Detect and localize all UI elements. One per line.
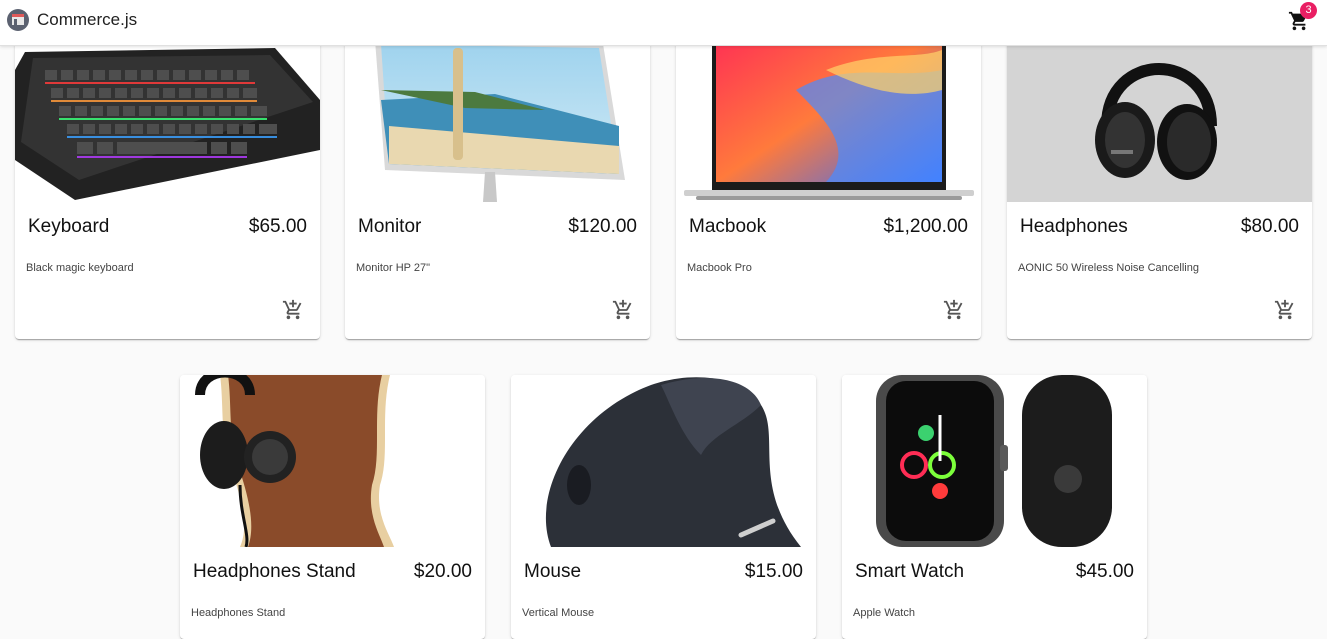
product-image-mouse	[511, 375, 816, 547]
cart-count-badge: 3	[1300, 2, 1317, 19]
product-description: Black magic keyboard	[26, 262, 134, 274]
product-description: Vertical Mouse	[522, 607, 595, 619]
product-card: Monitor $120.00 Monitor HP 27"	[345, 30, 650, 339]
product-card: Smart Watch $45.00 Apple Watch	[842, 375, 1147, 639]
product-name: Monitor	[358, 216, 422, 237]
product-name: Smart Watch	[855, 561, 965, 582]
card-header: Smart Watch $45.00	[842, 547, 1147, 597]
add-shopping-cart-icon[interactable]	[282, 299, 304, 321]
product-price: $80.00	[1240, 216, 1299, 237]
app-bar: Commerce.js 3	[0, 0, 1327, 46]
brand-link[interactable]: Commerce.js	[7, 8, 137, 32]
product-card: Mouse $15.00 Vertical Mouse	[511, 375, 816, 639]
add-shopping-cart-icon[interactable]	[612, 299, 634, 321]
product-name: Mouse	[524, 561, 582, 582]
product-image-monitor	[345, 30, 650, 202]
add-shopping-cart-icon[interactable]	[1274, 299, 1296, 321]
product-name: Headphones Stand	[193, 561, 356, 582]
card-header: Keyboard $65.00	[15, 202, 320, 252]
product-price: $45.00	[1075, 561, 1134, 582]
product-price: $120.00	[568, 216, 637, 237]
product-description: Apple Watch	[853, 607, 915, 619]
product-card: Headphones Stand $20.00 Headphones Stand	[180, 375, 485, 639]
product-name: Keyboard	[28, 216, 110, 237]
product-description: Headphones Stand	[191, 607, 286, 619]
product-grid: Keyboard $65.00 Black magic keyboard Mon…	[0, 0, 1327, 639]
product-description: Monitor HP 27"	[356, 262, 431, 274]
card-actions	[1007, 294, 1312, 339]
product-price: $65.00	[248, 216, 307, 237]
product-description: Macbook Pro	[687, 262, 752, 274]
product-price: $20.00	[413, 561, 472, 582]
product-image-smart-watch	[842, 375, 1147, 547]
card-header: Monitor $120.00	[345, 202, 650, 252]
product-price: $1,200.00	[883, 216, 968, 237]
cart-button[interactable]: 3	[1286, 2, 1317, 34]
brand-title: Commerce.js	[37, 10, 138, 29]
product-image-macbook	[676, 30, 981, 202]
product-image-headphones	[1007, 30, 1312, 202]
card-actions	[676, 294, 981, 339]
card-header: Macbook $1,200.00	[676, 202, 981, 252]
product-description: AONIC 50 Wireless Noise Cancelling	[1018, 262, 1199, 274]
product-card: Macbook $1,200.00 Macbook Pro	[676, 30, 981, 339]
card-header: Headphones $80.00	[1007, 202, 1312, 252]
product-image-headphones-stand	[180, 375, 485, 547]
product-name: Headphones	[1020, 216, 1128, 237]
store-logo-icon	[7, 9, 29, 31]
card-actions	[15, 294, 320, 339]
card-actions	[345, 294, 650, 339]
product-name: Macbook	[689, 216, 767, 237]
product-price: $15.00	[744, 561, 803, 582]
product-card: Headphones $80.00 AONIC 50 Wireless Nois…	[1007, 30, 1312, 339]
add-shopping-cart-icon[interactable]	[943, 299, 965, 321]
card-header: Mouse $15.00	[511, 547, 816, 597]
product-card: Keyboard $65.00 Black magic keyboard	[15, 30, 320, 339]
product-image-keyboard	[15, 30, 320, 202]
card-header: Headphones Stand $20.00	[180, 547, 485, 597]
